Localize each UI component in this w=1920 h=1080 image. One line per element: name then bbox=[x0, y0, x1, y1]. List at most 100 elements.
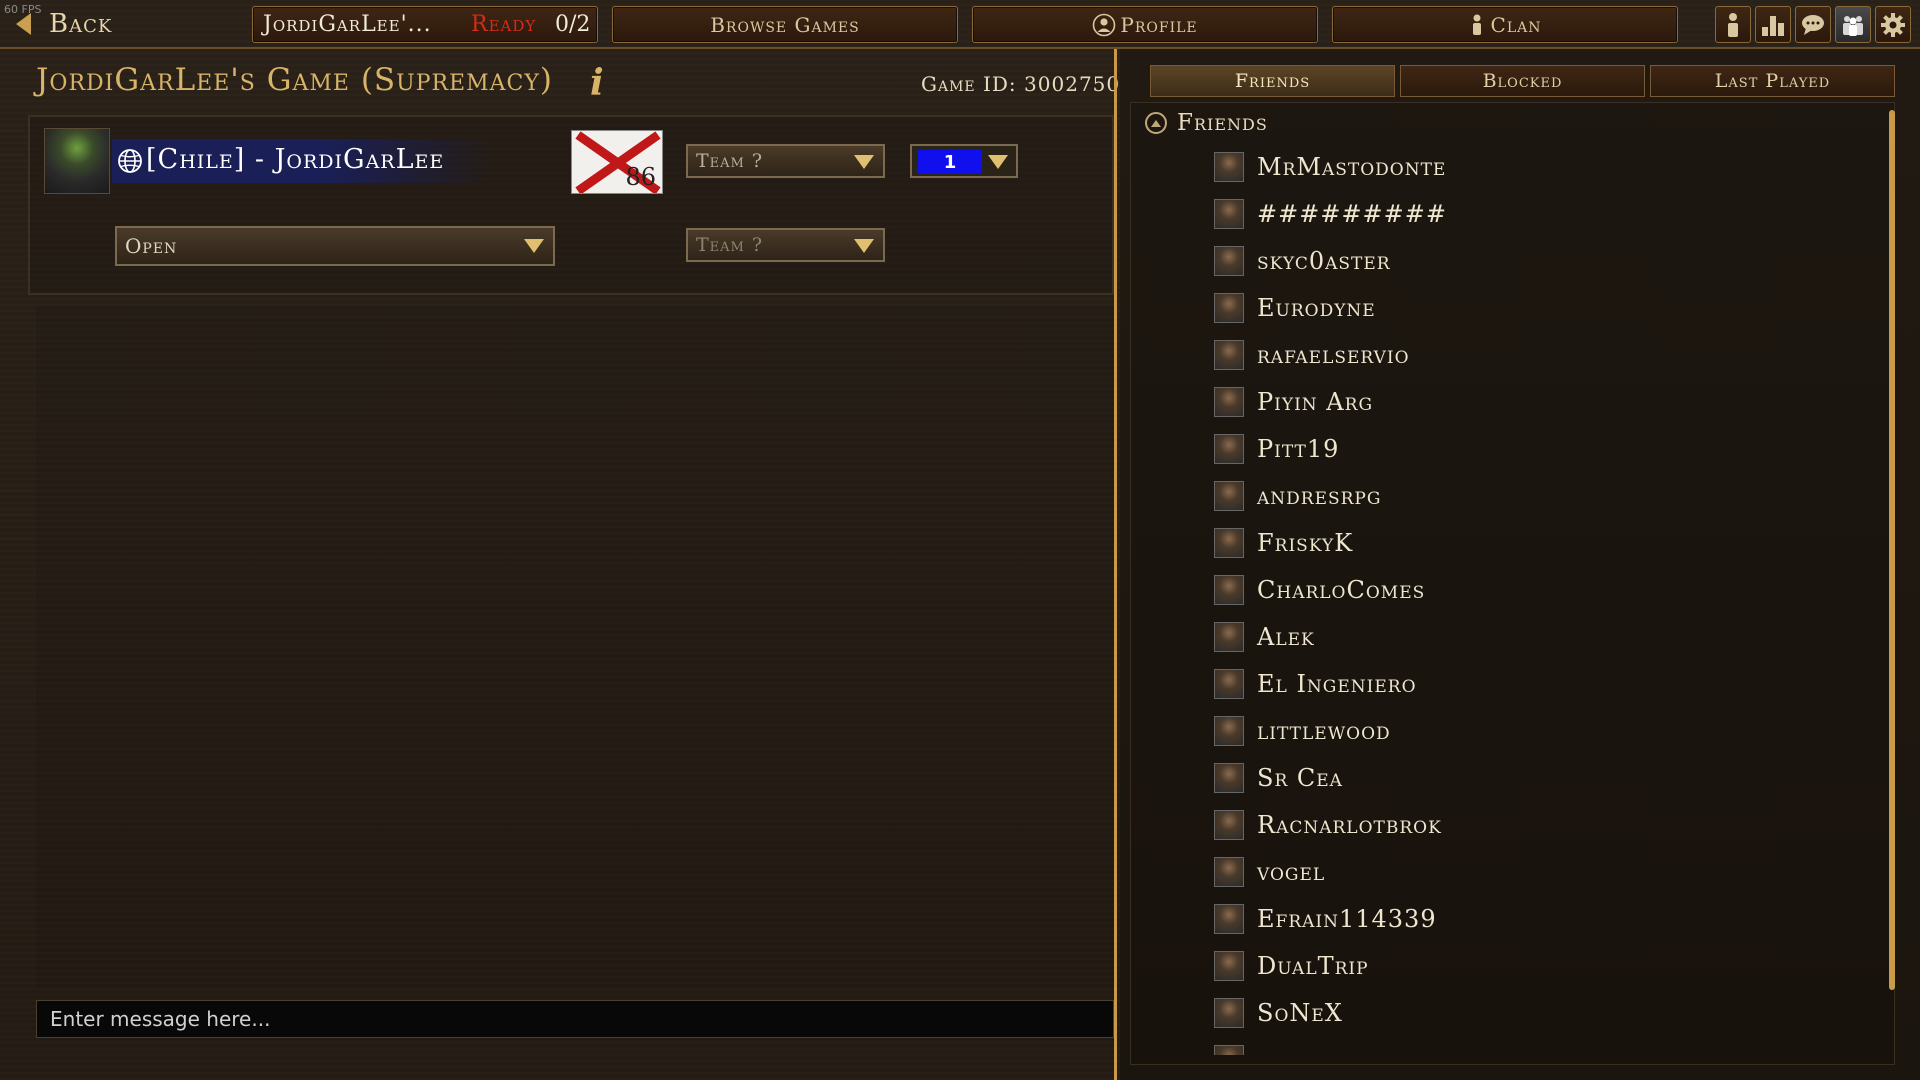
friend-item[interactable]: Alek bbox=[1214, 613, 1874, 660]
friend-avatar bbox=[1214, 621, 1244, 652]
friend-item[interactable]: Efrain114339 bbox=[1214, 895, 1874, 942]
game-title: JordiGarLee's Game (Supremacy) bbox=[36, 62, 553, 98]
friend-name: Piyin Arg bbox=[1257, 387, 1374, 416]
friend-avatar bbox=[1214, 856, 1244, 887]
game-id-label: Game ID: bbox=[921, 72, 1017, 96]
friend-item[interactable]: Sr Cea bbox=[1214, 754, 1874, 801]
friend-name: Pitt19 bbox=[1257, 434, 1340, 463]
friend-avatar bbox=[1214, 433, 1244, 464]
tab-blocked[interactable]: Blocked bbox=[1400, 65, 1645, 97]
game-id-value: 30027509 bbox=[1024, 72, 1134, 96]
friend-avatar bbox=[1214, 950, 1244, 981]
friend-item[interactable]: SoNeX bbox=[1214, 989, 1874, 1036]
friend-name: littlewood bbox=[1257, 716, 1391, 745]
player-icon-button[interactable] bbox=[1715, 6, 1751, 43]
friend-avatar bbox=[1214, 339, 1244, 370]
player-flag[interactable]: 86 bbox=[571, 130, 663, 194]
profile-label: Profile bbox=[1120, 12, 1198, 37]
friend-name: Sr Cea bbox=[1257, 763, 1343, 792]
friend-name: SoNeX bbox=[1257, 998, 1343, 1027]
friend-name: El Ingeniero bbox=[1257, 669, 1417, 698]
friend-avatar bbox=[1214, 715, 1244, 746]
settings-icon-button[interactable] bbox=[1875, 6, 1911, 43]
team-dropdown-2-value: Team ? bbox=[696, 234, 764, 256]
browse-games-button[interactable]: Browse Games bbox=[612, 6, 958, 43]
friend-name: rafaelservio bbox=[1257, 340, 1410, 369]
tab-friends[interactable]: Friends bbox=[1150, 65, 1395, 97]
friend-item[interactable]: FriskyK bbox=[1214, 519, 1874, 566]
friend-name: Racnarlotbrok bbox=[1257, 810, 1442, 839]
friend-item[interactable]: jallendese bbox=[1214, 1036, 1874, 1055]
friend-item[interactable]: ######### bbox=[1214, 190, 1874, 237]
friend-name: Alek bbox=[1257, 622, 1315, 651]
info-icon[interactable]: i bbox=[590, 62, 604, 104]
bar-chart-icon bbox=[1762, 15, 1784, 36]
clan-label: Clan bbox=[1490, 12, 1542, 37]
collapse-icon bbox=[1145, 112, 1167, 134]
friend-item[interactable]: MrMastodonte bbox=[1214, 143, 1874, 190]
friend-item[interactable]: andresrpg bbox=[1214, 472, 1874, 519]
friend-item[interactable]: Eurodyne bbox=[1214, 284, 1874, 331]
friend-item[interactable]: littlewood bbox=[1214, 707, 1874, 754]
friend-item[interactable]: Racnarlotbrok bbox=[1214, 801, 1874, 848]
slot-status-dropdown[interactable]: Open bbox=[115, 226, 555, 266]
ready-label: Ready bbox=[471, 12, 537, 37]
chevron-down-icon bbox=[854, 155, 874, 169]
friend-avatar bbox=[1214, 480, 1244, 511]
clan-button[interactable]: Clan bbox=[1332, 6, 1678, 43]
friend-name: andresrpg bbox=[1257, 481, 1382, 510]
team-dropdown-1[interactable]: Team ? bbox=[686, 144, 885, 178]
team-dropdown-2[interactable]: Team ? bbox=[686, 228, 885, 262]
panel-divider bbox=[1114, 49, 1117, 1080]
friend-item[interactable]: Pitt19 bbox=[1214, 425, 1874, 472]
friend-avatar bbox=[1214, 245, 1244, 276]
friend-item[interactable]: CharloComes bbox=[1214, 566, 1874, 613]
friend-name: jallendese bbox=[1257, 1046, 1386, 1056]
friend-avatar bbox=[1214, 1044, 1244, 1055]
friend-avatar bbox=[1214, 386, 1244, 417]
friend-item[interactable]: Piyin Arg bbox=[1214, 378, 1874, 425]
player-name: [Chile] - JordiGarLee bbox=[146, 144, 445, 175]
friend-avatar bbox=[1214, 527, 1244, 558]
team-dropdown-1-value: Team ? bbox=[696, 150, 764, 172]
color-swatch: 1 bbox=[918, 150, 982, 174]
globe-icon bbox=[118, 149, 142, 173]
chevron-down-icon bbox=[524, 239, 544, 253]
friend-name: DualTrip bbox=[1257, 951, 1369, 980]
friend-name: CharloComes bbox=[1257, 575, 1426, 604]
profile-button[interactable]: Profile bbox=[972, 6, 1318, 43]
friend-avatar bbox=[1214, 668, 1244, 699]
friend-item[interactable]: skyc0aster bbox=[1214, 237, 1874, 284]
gear-icon bbox=[1881, 12, 1905, 37]
friend-item[interactable]: DualTrip bbox=[1214, 942, 1874, 989]
profile-icon bbox=[1093, 13, 1116, 36]
friend-item[interactable]: vogel bbox=[1214, 848, 1874, 895]
lobby-status-button[interactable]: JordiGarLee'... Ready 0/2 bbox=[252, 6, 598, 43]
color-dropdown[interactable]: 1 bbox=[910, 144, 1018, 178]
friend-item[interactable]: El Ingeniero bbox=[1214, 660, 1874, 707]
friend-avatar bbox=[1214, 574, 1244, 605]
chat-icon-button[interactable] bbox=[1795, 6, 1831, 43]
game-id: Game ID: 30027509 bbox=[921, 72, 1134, 96]
chat-log bbox=[36, 306, 1114, 988]
friend-name: ######### bbox=[1257, 199, 1447, 228]
browse-games-label: Browse Games bbox=[710, 12, 860, 37]
clan-person-icon bbox=[1472, 14, 1481, 35]
tab-last-played[interactable]: Last Played bbox=[1650, 65, 1895, 97]
player-avatar[interactable] bbox=[44, 128, 110, 194]
chat-input[interactable] bbox=[36, 1000, 1114, 1038]
friend-avatar bbox=[1214, 198, 1244, 229]
friend-item[interactable]: rafaelservio bbox=[1214, 331, 1874, 378]
friends-group-header[interactable]: Friends bbox=[1145, 110, 1268, 136]
stats-icon-button[interactable] bbox=[1755, 6, 1791, 43]
friends-icon-button[interactable] bbox=[1835, 6, 1871, 43]
friend-name: MrMastodonte bbox=[1257, 152, 1447, 181]
friend-avatar bbox=[1214, 903, 1244, 934]
group-icon bbox=[1843, 15, 1863, 36]
back-label: Back bbox=[49, 9, 113, 39]
ready-count: 0/2 bbox=[555, 12, 591, 37]
back-button[interactable]: Back bbox=[16, 6, 112, 42]
friend-name: vogel bbox=[1257, 857, 1326, 886]
back-arrow-icon bbox=[16, 13, 31, 35]
friends-scrollbar[interactable] bbox=[1889, 110, 1895, 990]
